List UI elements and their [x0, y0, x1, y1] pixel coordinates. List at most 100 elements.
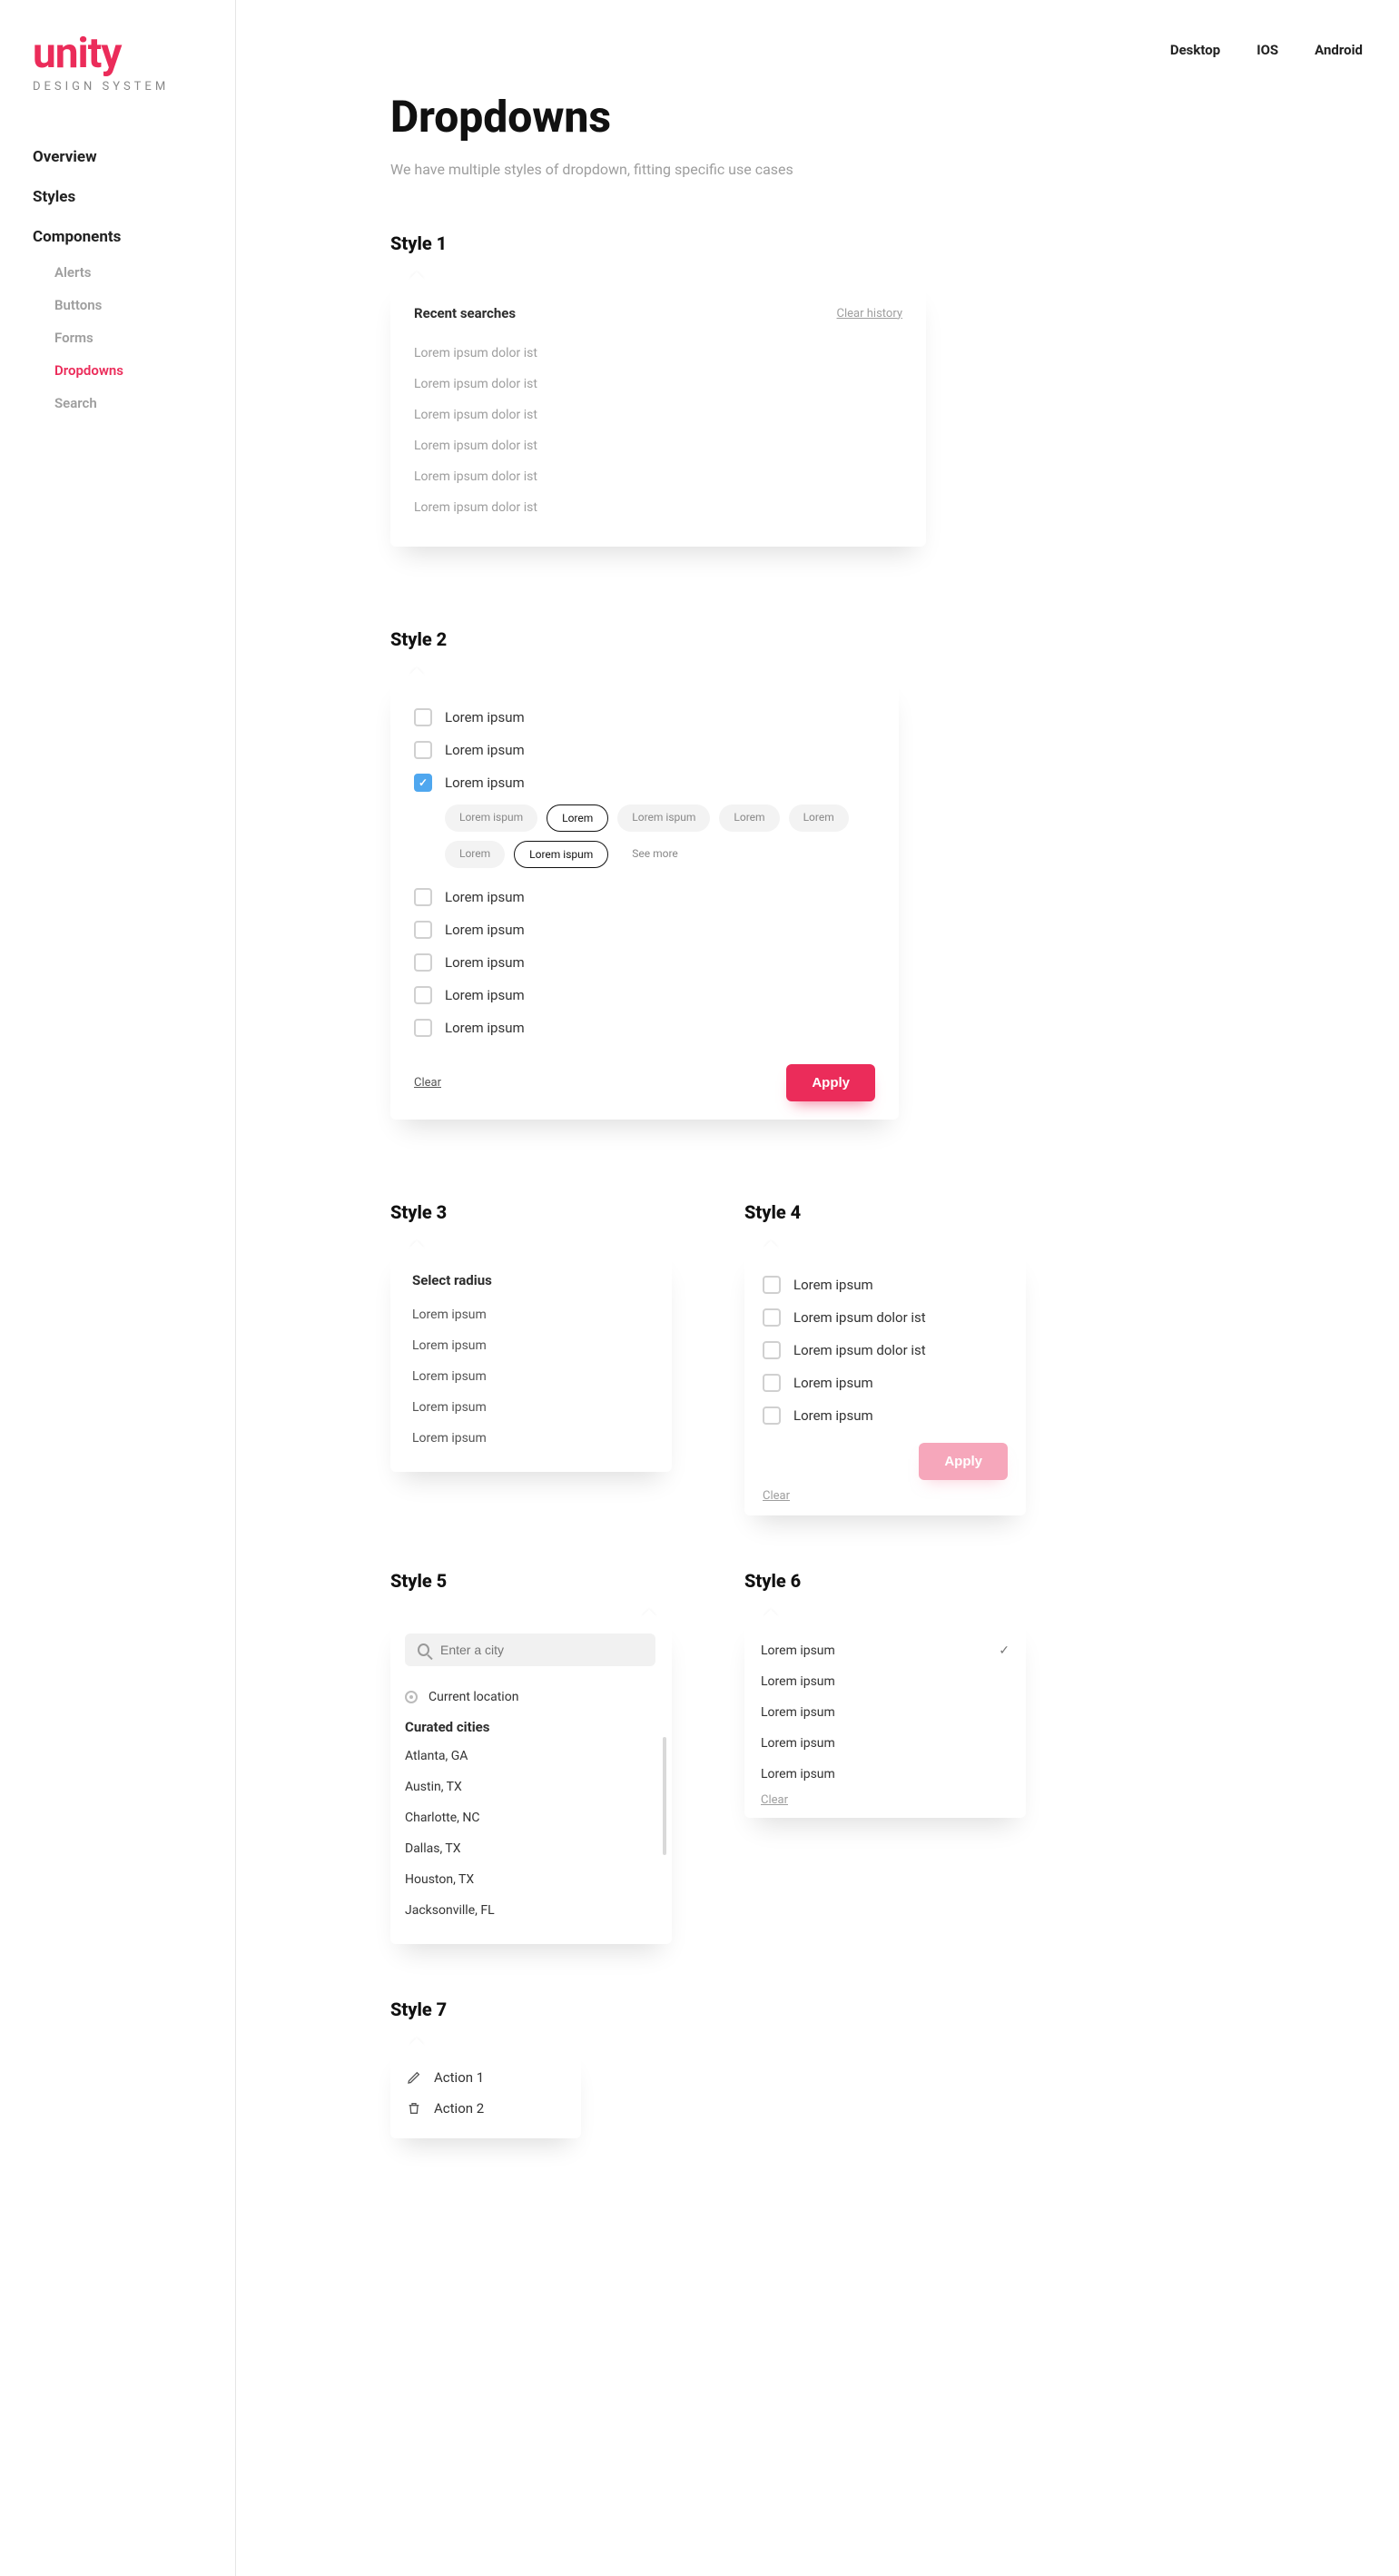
checkbox-icon[interactable] — [763, 1374, 781, 1392]
checkbox-icon[interactable] — [414, 888, 432, 906]
check-icon: ✓ — [999, 1643, 1010, 1658]
recent-search-item[interactable]: Lorem ipsum dolor ist — [414, 338, 902, 369]
style2-option[interactable]: Lorem ipsum — [414, 734, 875, 766]
style6-option[interactable]: Lorem ipsum — [761, 1697, 1010, 1728]
subnav-forms[interactable]: Forms — [54, 330, 235, 346]
checkbox-icon[interactable] — [414, 953, 432, 972]
apply-button[interactable]: Apply — [786, 1064, 875, 1101]
main-content: Dropdowns We have multiple styles of dro… — [236, 0, 1399, 2284]
checkbox-icon[interactable] — [763, 1308, 781, 1327]
option-label: Lorem ipsum — [793, 1375, 873, 1391]
checkbox-checked-icon[interactable]: ✓ — [414, 774, 432, 792]
style6-card: Lorem ipsum ✓ Lorem ipsum Lorem ipsum Lo… — [744, 1619, 1026, 1818]
option-label: Lorem ipsum — [761, 1767, 835, 1781]
style2-option[interactable]: Lorem ipsum — [414, 881, 875, 913]
current-location-option[interactable]: Current location — [405, 1683, 663, 1712]
checkbox-icon[interactable] — [414, 1019, 432, 1037]
radius-option[interactable]: Lorem ipsum — [412, 1361, 650, 1392]
style2-option[interactable]: Lorem ipsum — [414, 913, 875, 946]
subnav-buttons[interactable]: Buttons — [54, 297, 235, 313]
style1-heading: Style 1 — [390, 232, 1345, 254]
checkbox-icon[interactable] — [763, 1406, 781, 1425]
checkbox-icon[interactable] — [763, 1341, 781, 1359]
checkbox-icon[interactable] — [414, 708, 432, 726]
radius-option[interactable]: Lorem ipsum — [412, 1423, 650, 1454]
radius-option[interactable]: Lorem ipsum — [412, 1330, 650, 1361]
chip[interactable]: Lorem ispum — [617, 804, 710, 832]
option-label: Lorem ipsum — [445, 889, 525, 905]
checkbox-icon[interactable] — [763, 1276, 781, 1294]
style2-card: Lorem ipsum Lorem ipsum ✓ Lorem ipsum Lo… — [390, 677, 899, 1120]
scrollbar-track[interactable] — [663, 1737, 666, 1855]
checkbox-icon[interactable] — [414, 741, 432, 759]
chip[interactable]: Lorem — [719, 804, 779, 832]
option-label: Lorem ipsum — [793, 1277, 873, 1293]
radius-option[interactable]: Lorem ipsum — [412, 1299, 650, 1330]
see-more-link[interactable]: See more — [617, 841, 693, 868]
search-icon — [418, 1643, 429, 1656]
city-option[interactable]: Charlotte, NC — [405, 1802, 663, 1833]
style2-option[interactable]: Lorem ipsum — [414, 946, 875, 979]
style6-option[interactable]: Lorem ipsum — [761, 1759, 1010, 1790]
subnav-search[interactable]: Search — [54, 395, 235, 411]
recent-search-item[interactable]: Lorem ipsum dolor ist — [414, 461, 902, 492]
city-option[interactable]: Dallas, TX — [405, 1833, 663, 1864]
recent-search-item[interactable]: Lorem ipsum dolor ist — [414, 430, 902, 461]
nav-overview[interactable]: Overview — [33, 148, 235, 166]
clear-link[interactable]: Clear — [414, 1076, 441, 1090]
city-option[interactable]: Austin, TX — [405, 1772, 663, 1802]
style4-heading: Style 4 — [744, 1201, 1026, 1223]
page-subtitle: We have multiple styles of dropdown, fit… — [390, 161, 1345, 178]
chip[interactable]: Lorem ispum — [445, 804, 537, 832]
chip[interactable]: Lorem — [445, 841, 505, 868]
apply-button-disabled[interactable]: Apply — [919, 1443, 1008, 1480]
clear-link[interactable]: Clear — [761, 1793, 788, 1807]
style4-option[interactable]: Lorem ipsum — [763, 1367, 1008, 1399]
clear-history-link[interactable]: Clear history — [837, 307, 902, 321]
checkbox-icon[interactable] — [414, 986, 432, 1004]
style4-option[interactable]: Lorem ipsum — [763, 1268, 1008, 1301]
chip[interactable]: Lorem — [789, 804, 849, 832]
style4-option[interactable]: Lorem ipsum dolor ist — [763, 1301, 1008, 1334]
city-input[interactable] — [440, 1643, 643, 1657]
chip-selected[interactable]: Lorem — [547, 804, 608, 832]
city-option[interactable]: Atlanta, GA — [405, 1741, 663, 1772]
subnav-alerts[interactable]: Alerts — [54, 264, 235, 281]
recent-search-item[interactable]: Lorem ipsum dolor ist — [414, 492, 902, 523]
clear-link[interactable]: Clear — [763, 1489, 790, 1503]
checkbox-icon[interactable] — [414, 921, 432, 939]
style2-option[interactable]: Lorem ipsum — [414, 701, 875, 734]
nav-styles[interactable]: Styles — [33, 188, 235, 206]
tab-desktop[interactable]: Desktop — [1170, 42, 1220, 58]
style6-option-selected[interactable]: Lorem ipsum ✓ — [761, 1635, 1010, 1666]
style4-option[interactable]: Lorem ipsum — [763, 1399, 1008, 1432]
chip-group: Lorem ispum Lorem Lorem ispum Lorem Lore… — [445, 804, 875, 868]
style2-option-checked[interactable]: ✓ Lorem ipsum — [414, 766, 875, 799]
style2-option[interactable]: Lorem ipsum — [414, 1012, 875, 1044]
style4-option[interactable]: Lorem ipsum dolor ist — [763, 1334, 1008, 1367]
tab-android[interactable]: Android — [1315, 42, 1363, 58]
option-label: Lorem ipsum — [793, 1407, 873, 1424]
select-radius-title: Select radius — [412, 1272, 650, 1288]
style2-option[interactable]: Lorem ipsum — [414, 979, 875, 1012]
city-option[interactable]: Houston, TX — [405, 1864, 663, 1895]
action-edit[interactable]: Action 1 — [407, 2062, 565, 2093]
subnav-dropdowns[interactable]: Dropdowns — [54, 362, 235, 379]
city-search-field[interactable] — [405, 1633, 655, 1666]
style6-option[interactable]: Lorem ipsum — [761, 1728, 1010, 1759]
recent-search-item[interactable]: Lorem ipsum dolor ist — [414, 400, 902, 430]
radius-option[interactable]: Lorem ipsum — [412, 1392, 650, 1423]
option-label: Lorem ipsum dolor ist — [793, 1342, 926, 1358]
style2-heading: Style 2 — [390, 628, 1345, 650]
style6-option[interactable]: Lorem ipsum — [761, 1666, 1010, 1697]
style6-heading: Style 6 — [744, 1570, 1026, 1592]
city-option[interactable]: Jacksonville, FL — [405, 1895, 663, 1926]
chip-selected[interactable]: Lorem ispum — [514, 841, 608, 868]
style5-heading: Style 5 — [390, 1570, 672, 1592]
option-label: Lorem ipsum — [445, 709, 525, 725]
recent-search-item[interactable]: Lorem ipsum dolor ist — [414, 369, 902, 400]
tab-ios[interactable]: IOS — [1256, 42, 1278, 58]
nav-components[interactable]: Components — [33, 228, 235, 246]
page-title: Dropdowns — [390, 91, 1345, 143]
action-delete[interactable]: Action 2 — [407, 2093, 565, 2124]
